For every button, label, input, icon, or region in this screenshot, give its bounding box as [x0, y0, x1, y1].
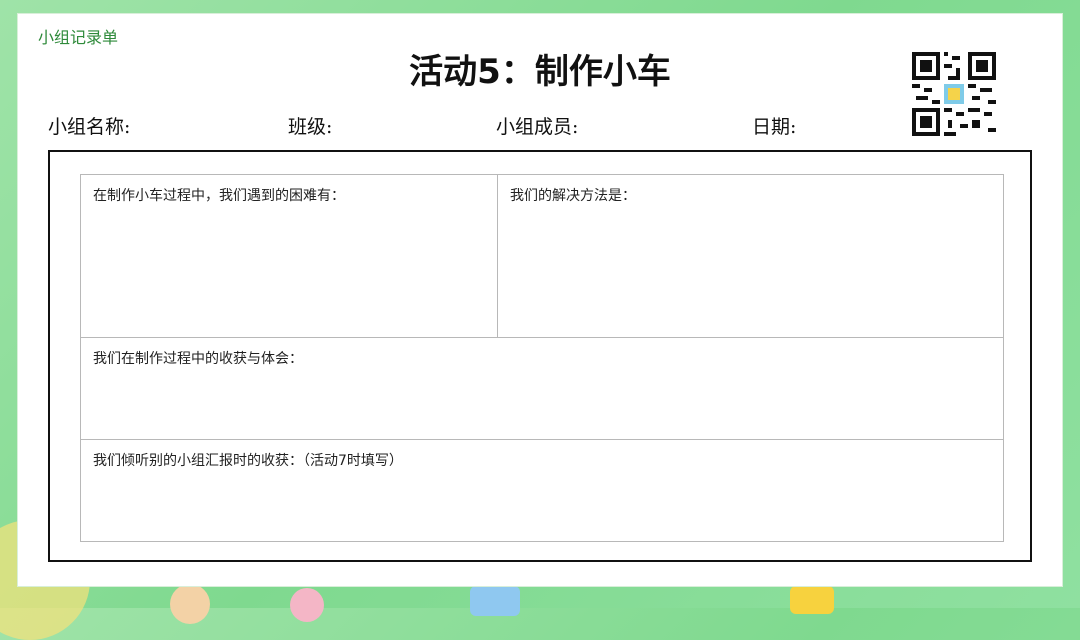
record-sheet: 小组记录单 活动5：制作小车 小组名称: 班级: 小组成员: 日期: 在制作小车… [18, 14, 1062, 586]
decor-circle [170, 584, 210, 624]
gains-label: 我们在制作过程中的收获与体会： [93, 351, 303, 367]
members-field: 小组成员: [496, 116, 579, 138]
decor-circle [790, 586, 834, 614]
listening-label: 我们倾听别的小组汇报时的收获：（活动7时填写） [93, 453, 403, 469]
decor-circle [470, 586, 520, 616]
date-field: 日期: [752, 116, 797, 138]
difficulties-label: 在制作小车过程中，我们遇到的困难有： [93, 188, 345, 204]
decor-circle [290, 588, 324, 622]
solutions-cell[interactable]: 我们的解决方法是： [497, 175, 1003, 337]
page-title: 活动5：制作小车 [409, 52, 671, 92]
record-frame: 在制作小车过程中，我们遇到的困难有： 我们的解决方法是： 我们在制作过程中的收获… [48, 150, 1032, 562]
record-table: 在制作小车过程中，我们遇到的困难有： 我们的解决方法是： 我们在制作过程中的收获… [80, 174, 1004, 542]
difficulties-cell[interactable]: 在制作小车过程中，我们遇到的困难有： [81, 175, 497, 337]
solutions-label: 我们的解决方法是： [510, 188, 636, 204]
qr-code-icon [912, 52, 996, 136]
listening-cell[interactable]: 我们倾听别的小组汇报时的收获：（活动7时填写） [81, 439, 1003, 541]
class-field: 班级: [288, 116, 333, 138]
gains-cell[interactable]: 我们在制作过程中的收获与体会： [81, 337, 1003, 439]
group-name-field: 小组名称: [48, 116, 131, 138]
